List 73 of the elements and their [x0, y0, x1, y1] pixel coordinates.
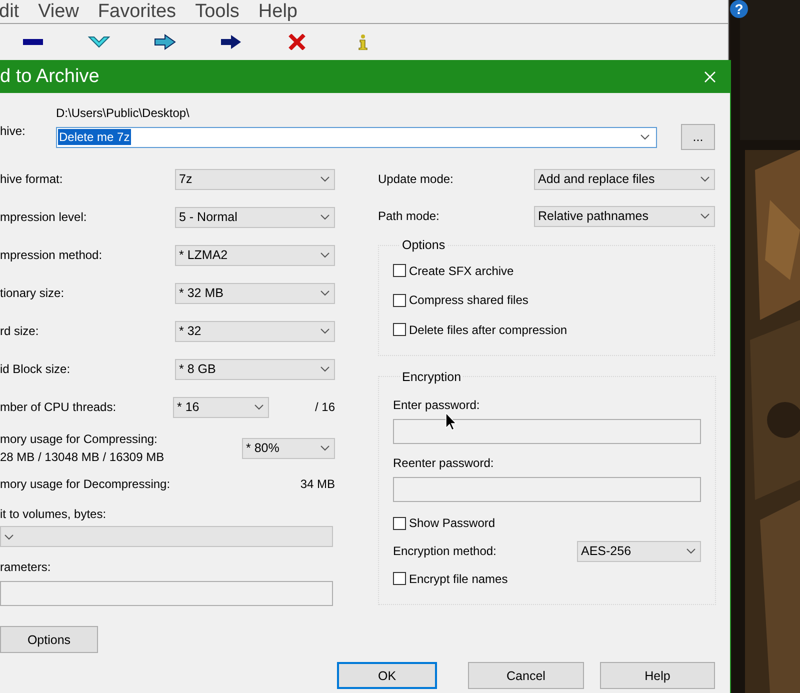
delete-icon[interactable]	[286, 34, 308, 50]
dialog-button[interactable]: Help	[600, 662, 715, 689]
chevron-icon	[320, 252, 330, 258]
thread-count: / 16	[314, 400, 335, 414]
chevron-icon	[320, 214, 330, 220]
menu-item[interactable]: Tools	[195, 0, 248, 22]
field-label: mpression level:	[0, 210, 87, 224]
memory-reading: 34 MB	[300, 477, 335, 491]
archive-path: D:\Users\Public\Desktop\	[56, 106, 190, 120]
checkbox[interactable]: Delete files after compression	[393, 315, 714, 344]
checkbox[interactable]: Show Password	[393, 508, 701, 538]
chevron-icon	[700, 213, 710, 219]
field-label: Update mode:	[378, 172, 454, 186]
menu-item[interactable]: View	[38, 0, 88, 22]
arrow-right-icon[interactable]	[220, 34, 242, 50]
dropdown[interactable]: * 16	[172, 396, 269, 418]
field-label: Enter password:	[393, 398, 481, 412]
chevron-icon	[700, 176, 710, 182]
dropdown[interactable]: * 8 GB	[175, 358, 335, 380]
dropdown[interactable]: Add and replace files	[534, 168, 715, 190]
close-icon[interactable]	[704, 70, 716, 82]
dropdown[interactable]: * LZMA2	[175, 244, 335, 266]
field-label: mber of CPU threads:	[0, 400, 116, 414]
field-label: rameters:	[0, 560, 52, 574]
field-label: mory usage for Decompressing:	[0, 477, 170, 491]
chevron-icon	[320, 445, 330, 451]
chevron-icon	[320, 290, 330, 296]
field-label: tionary size:	[0, 286, 64, 300]
field-label: id Block size:	[0, 362, 70, 376]
checkbox[interactable]: Encrypt file names	[393, 564, 701, 594]
browse-button[interactable]: ...	[681, 124, 715, 150]
field-label: rd size:	[0, 324, 39, 338]
field-label: hive:	[0, 123, 26, 140]
dialog-button[interactable]: OK	[337, 662, 437, 689]
password-field[interactable]	[393, 476, 701, 502]
field-label: mpression method:	[0, 248, 102, 262]
field-label: it to volumes, bytes:	[0, 507, 108, 521]
dropdown[interactable]: 7z	[175, 168, 335, 190]
group-title: Encryption	[401, 370, 462, 384]
chevron-icon	[320, 366, 330, 372]
parameters-field[interactable]	[0, 581, 333, 606]
dropdown[interactable]: * 32 MB	[175, 282, 335, 304]
checkbox[interactable]: Compress shared files	[393, 286, 714, 315]
field-label: Path mode:	[378, 209, 440, 223]
arrow-right-icon[interactable]	[154, 34, 176, 50]
field-label: hive format:	[0, 172, 63, 186]
password-field[interactable]	[393, 418, 701, 444]
archive-name-field[interactable]: Delete me 7z	[56, 126, 657, 148]
options-button[interactable]: Options	[0, 626, 98, 653]
dropdown[interactable]: 5 - Normal	[175, 206, 335, 228]
field-label: Encryption method:	[393, 544, 496, 558]
chevron-icon	[320, 328, 330, 334]
field-label: mory usage for Compressing:	[0, 432, 158, 446]
memory-usage: 28 MB / 13048 MB / 16309 MB	[0, 450, 164, 464]
dropdown[interactable]: * 80%	[242, 438, 335, 458]
dropdown[interactable]: * 32	[175, 320, 335, 342]
menu-item[interactable]: Favorites	[98, 0, 186, 22]
dropdown[interactable]: Relative pathnames	[534, 206, 715, 226]
cursor-icon	[445, 412, 458, 432]
window-title: d to Archive	[0, 66, 100, 88]
menu-item[interactable]: Help	[258, 0, 306, 22]
chevron-icon	[320, 176, 330, 182]
dialog-button[interactable]: Cancel	[468, 662, 584, 689]
chevron-icon	[640, 134, 650, 140]
dropdown[interactable]: AES-256	[577, 540, 701, 562]
chevron-icon	[254, 404, 264, 410]
group-title: Options	[401, 238, 446, 252]
chevron-icon	[686, 548, 696, 554]
field-label: Reenter password:	[393, 456, 495, 470]
chevron-icon	[4, 534, 14, 540]
checkbox[interactable]: Create SFX archive	[393, 256, 714, 286]
chevron-down-icon[interactable]	[88, 34, 110, 50]
menu-item[interactable]: dit	[0, 0, 28, 22]
